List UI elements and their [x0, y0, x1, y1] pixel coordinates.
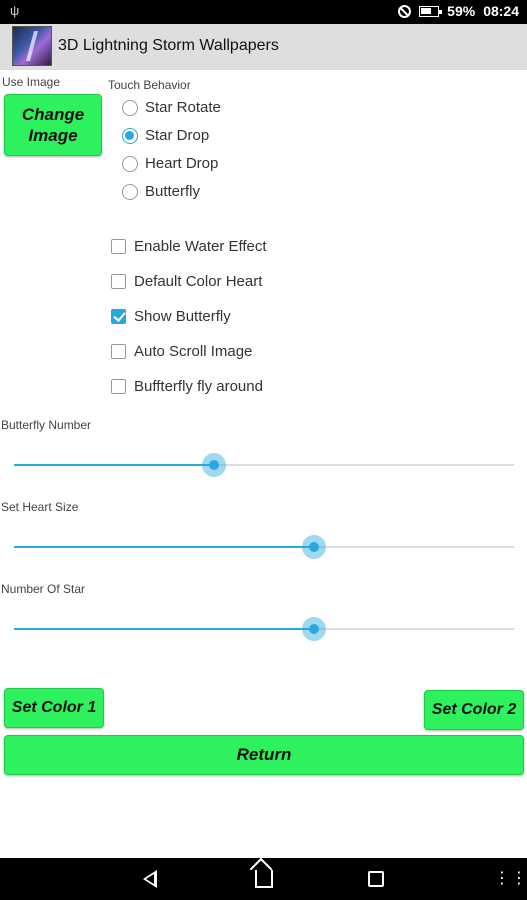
radio-star-rotate[interactable]: Star Rotate — [122, 99, 221, 116]
status-icons: 59% 08:24 — [398, 3, 519, 19]
slider-thumb[interactable] — [202, 453, 226, 477]
app-title: 3D Lightning Storm Wallpapers — [58, 37, 279, 54]
slider-fill — [14, 464, 214, 466]
battery-percent: 59% — [447, 3, 476, 19]
slider-thumb[interactable] — [302, 535, 326, 559]
radio-button-icon — [122, 155, 138, 172]
checkbox-label: Enable Water Effect — [134, 238, 267, 255]
radio-label: Heart Drop — [145, 155, 219, 172]
radio-butterfly[interactable]: Butterfly — [122, 183, 200, 200]
checkbox-butterfly-fly-around[interactable]: Buffterfly fly around — [111, 378, 263, 395]
radio-label: Star Drop — [145, 127, 210, 144]
radio-button-icon — [122, 183, 138, 200]
radio-label: Butterfly — [145, 183, 201, 200]
set-color-1-button[interactable]: Set Color 1 — [4, 688, 104, 728]
battery-icon — [419, 5, 443, 17]
slider-fill — [14, 546, 314, 548]
checkbox-icon — [111, 379, 126, 394]
checkbox-enable-water-effect[interactable]: Enable Water Effect — [111, 238, 267, 255]
slider-fill — [14, 628, 314, 630]
change-image-button[interactable]: Change Image — [4, 94, 102, 156]
checkbox-icon — [111, 274, 126, 289]
usb-icon: ψ — [10, 3, 20, 18]
number-of-star-label: Number Of Star — [1, 582, 86, 596]
checkbox-icon — [111, 309, 126, 324]
back-icon[interactable] — [143, 870, 157, 888]
checkbox-auto-scroll-image[interactable]: Auto Scroll Image — [111, 343, 252, 360]
clock: 08:24 — [483, 3, 519, 19]
system-nav-bar: ⋮⋮ — [0, 858, 527, 900]
recent-apps-icon[interactable] — [368, 871, 384, 887]
more-options-icon[interactable]: ⋮⋮ — [494, 868, 527, 888]
checkbox-icon — [111, 239, 126, 254]
checkbox-default-color-heart[interactable]: Default Color Heart — [111, 273, 262, 290]
butterfly-number-slider[interactable] — [14, 450, 514, 480]
set-heart-size-label: Set Heart Size — [1, 500, 79, 514]
checkbox-label: Auto Scroll Image — [134, 343, 253, 360]
number-of-star-slider[interactable] — [14, 614, 514, 644]
return-button[interactable]: Return — [4, 735, 524, 775]
use-image-label: Use Image — [2, 75, 61, 89]
radio-button-icon — [122, 99, 138, 116]
checkbox-show-butterfly[interactable]: Show Butterfly — [111, 308, 231, 325]
checkbox-label: Buffterfly fly around — [134, 378, 263, 395]
app-title-bar: 3D Lightning Storm Wallpapers — [0, 24, 527, 70]
do-not-disturb-icon — [398, 4, 412, 18]
radio-label: Star Rotate — [145, 99, 221, 116]
touch-behavior-label: Touch Behavior — [108, 78, 191, 92]
status-bar: ψ 59% 08:24 — [0, 0, 527, 24]
radio-button-icon — [122, 127, 138, 144]
checkbox-icon — [111, 344, 126, 359]
app-icon — [12, 26, 52, 66]
checkbox-label: Show Butterfly — [134, 308, 231, 325]
radio-star-drop[interactable]: Star Drop — [122, 127, 209, 144]
heart-size-slider[interactable] — [14, 532, 514, 562]
checkbox-label: Default Color Heart — [134, 273, 263, 290]
radio-heart-drop[interactable]: Heart Drop — [122, 155, 218, 172]
home-icon[interactable] — [255, 870, 273, 888]
butterfly-number-label: Butterfly Number — [1, 418, 92, 432]
set-color-2-button[interactable]: Set Color 2 — [424, 690, 524, 730]
slider-thumb[interactable] — [302, 617, 326, 641]
